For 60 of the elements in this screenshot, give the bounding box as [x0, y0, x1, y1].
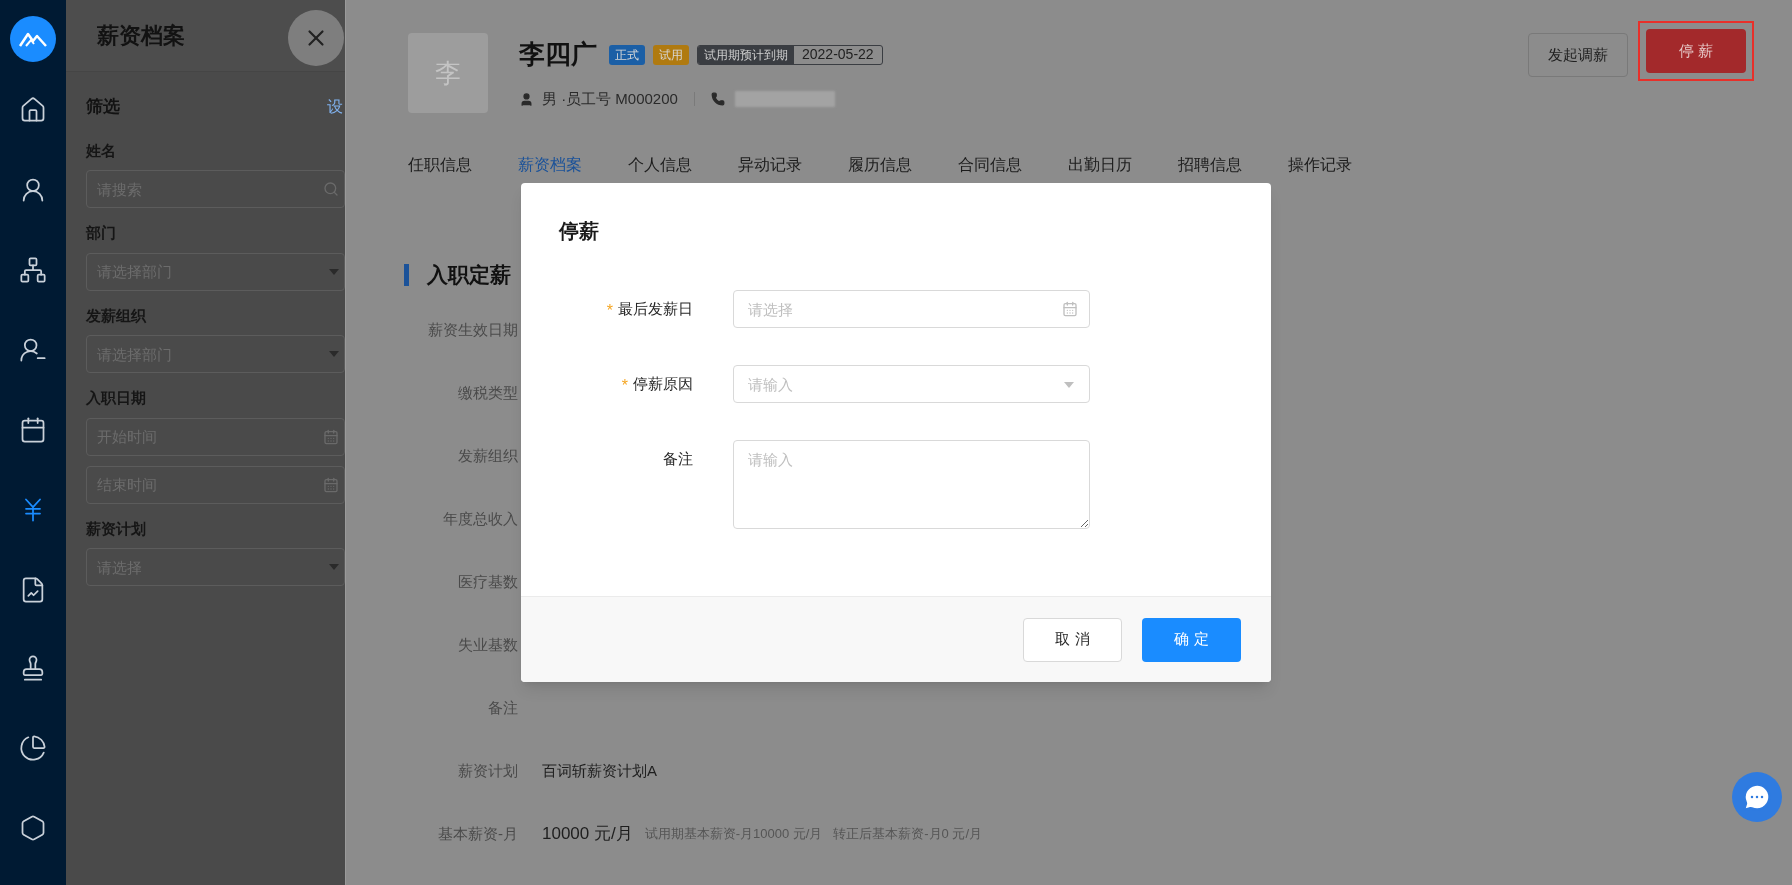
field-label: 发薪组织	[457, 445, 518, 466]
home-icon	[19, 96, 47, 124]
calendar-icon	[323, 476, 339, 493]
calendar-icon	[19, 416, 47, 444]
hexagon-icon	[19, 814, 47, 842]
tab[interactable]: 异动记录	[738, 153, 802, 177]
field-label: 备注	[487, 697, 518, 718]
field-label: 医疗基数	[457, 571, 518, 592]
probation-date: 2022-05-22	[801, 45, 875, 64]
logo-icon	[10, 16, 56, 62]
section-marker	[404, 263, 409, 286]
caret-icon	[329, 351, 339, 357]
cancel-button[interactable]: 取 消	[1023, 617, 1122, 662]
form-label: * 停薪原因	[621, 373, 693, 396]
settings-link[interactable]: 设	[327, 94, 343, 119]
caret-icon	[329, 268, 339, 275]
action-button[interactable]: 发起调薪	[1528, 33, 1628, 77]
tab[interactable]: 出勤日历	[1068, 153, 1132, 177]
tab[interactable]: 履历信息	[848, 153, 912, 177]
form-label: * 最后发薪日	[606, 298, 693, 321]
remark-field[interactable]: 请输入	[733, 440, 1090, 529]
tab[interactable]: 合同信息	[958, 153, 1022, 177]
person-minus-icon	[19, 336, 47, 364]
field-label: 年度总收入	[442, 508, 518, 529]
person-icon	[519, 91, 534, 107]
panel-title: 薪资档案	[97, 22, 185, 50]
status-tag: 试用	[653, 44, 689, 65]
phone-icon	[710, 92, 725, 107]
org-chart-icon	[19, 256, 47, 284]
filter-heading: 筛选	[86, 96, 120, 118]
pie-chart-icon	[19, 734, 47, 762]
chat-icon	[1742, 782, 1772, 812]
tab[interactable]: 招聘信息	[1178, 153, 1242, 177]
field-label: 基本薪资-月	[437, 823, 518, 844]
field-label: 薪资生效日期	[427, 319, 518, 340]
field-label: 薪资计划	[457, 760, 518, 781]
status-tag: 正式	[609, 44, 645, 65]
date-field[interactable]: 请选择	[733, 290, 1090, 328]
section-title: 入职定薪	[427, 262, 511, 288]
employee-name: 李四广	[519, 38, 597, 71]
stop-pay-button[interactable]: 停 薪	[1646, 29, 1746, 73]
select-field[interactable]: 请输入	[733, 365, 1090, 403]
calendar-icon	[323, 428, 339, 445]
confirm-button[interactable]: 确 定	[1142, 617, 1241, 662]
field-label: 缴税类型	[457, 382, 518, 403]
caret-icon	[1064, 382, 1074, 388]
search-icon	[323, 181, 339, 197]
probation-label: 试用期预计到期	[698, 45, 794, 64]
field-value: 百词斩薪资计划A	[542, 760, 657, 781]
tab[interactable]: 操作记录	[1288, 153, 1352, 177]
caret-icon	[329, 564, 339, 570]
form-label: 备注	[663, 448, 693, 469]
tab[interactable]: 任职信息	[408, 153, 472, 177]
close-button[interactable]	[288, 10, 344, 66]
tab[interactable]: 个人信息	[628, 153, 692, 177]
calendar-icon	[1062, 301, 1078, 317]
field-value: 10000 元/月	[542, 823, 633, 846]
employee-info: 男 ·员工号 M000200	[542, 89, 678, 109]
field-label: 失业基数	[457, 634, 518, 655]
dialog-title: 停薪	[559, 219, 600, 244]
